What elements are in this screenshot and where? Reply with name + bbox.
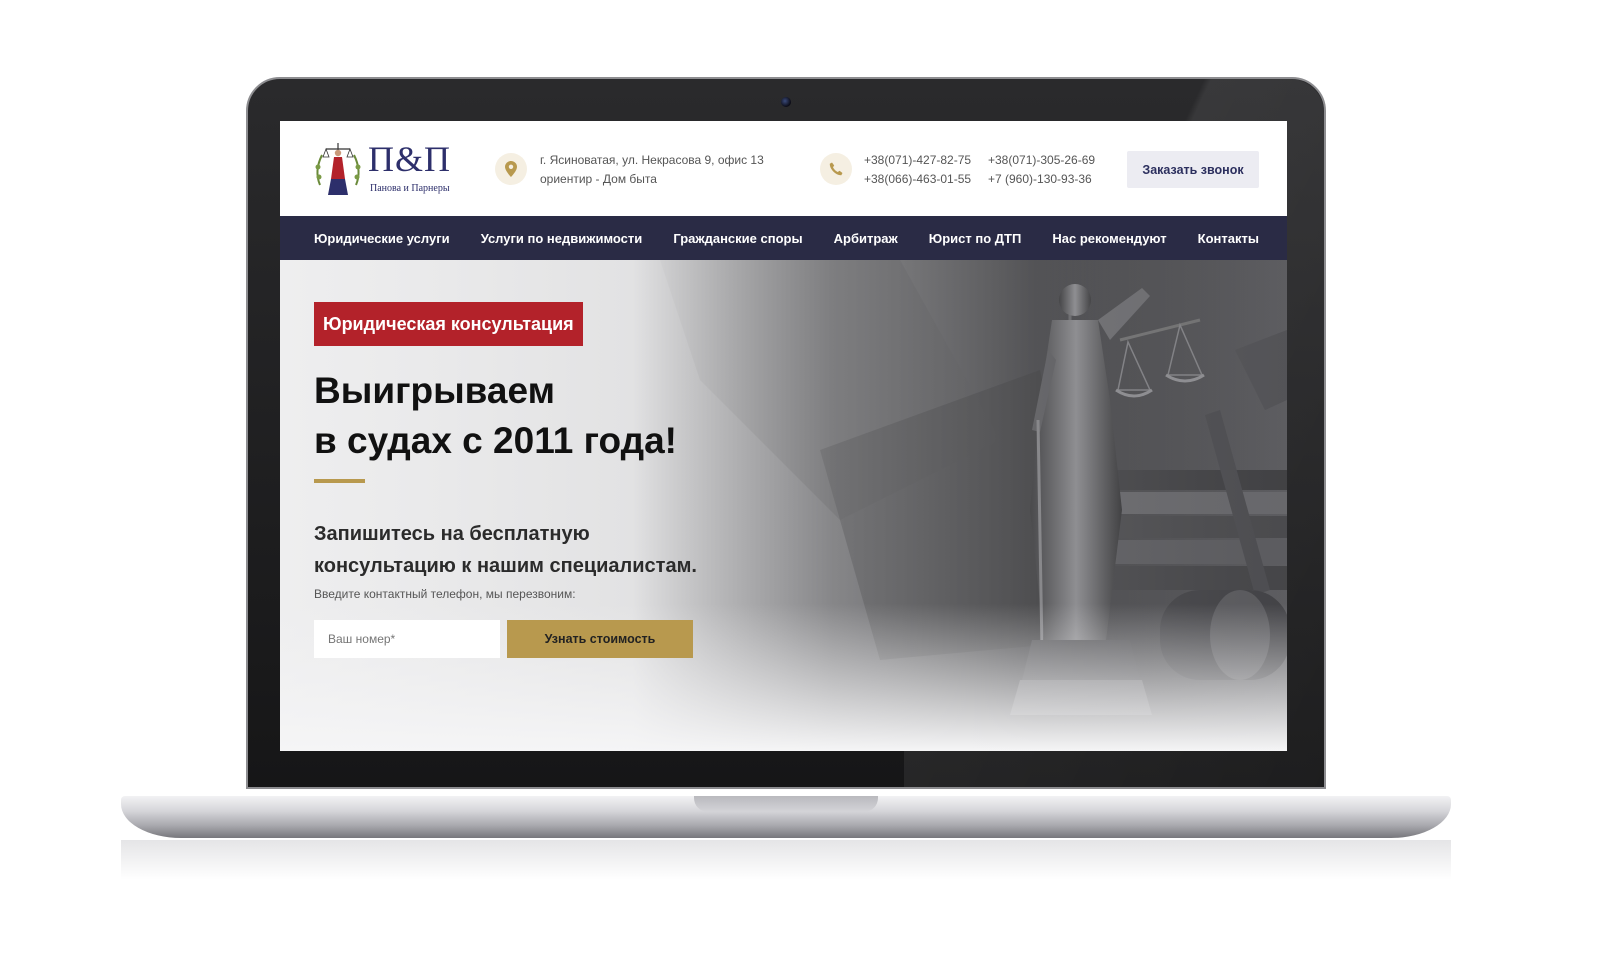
phone-link[interactable]: +38(066)-463-01-55 xyxy=(864,170,971,189)
nav-item-arbitration[interactable]: Арбитраж xyxy=(834,231,898,246)
hero-subheadline: Запишитесь на бесплатную консультацию к … xyxy=(314,518,834,582)
logo-mark: П&П xyxy=(368,139,451,179)
site-header: П&П Панова и Парнеры г. Ясиноватая, ул. … xyxy=(280,121,1287,216)
hero-headline: Выигрываем в судах с 2011 года! xyxy=(314,366,794,466)
nav-item-recommendations[interactable]: Нас рекомендуют xyxy=(1052,231,1166,246)
phone-link[interactable]: +7 (960)-130-93-36 xyxy=(988,170,1095,189)
main-nav: Юридические услуги Услуги по недвижимост… xyxy=(280,216,1287,260)
laptop-reflection xyxy=(121,840,1451,880)
nav-item-legal-services[interactable]: Юридические услуги xyxy=(314,231,450,246)
hero-section: Юридическая консультация Выигрываем в су… xyxy=(280,260,1287,751)
headline-line1: Выигрываем xyxy=(314,370,555,411)
consultation-badge: Юридическая консультация xyxy=(314,302,583,346)
webcam xyxy=(781,97,791,107)
get-price-button[interactable]: Узнать стоимость xyxy=(507,620,693,658)
logo-subtitle: Панова и Парнеры xyxy=(370,183,450,194)
subheadline-line2: консультацию к нашим специалистам. xyxy=(314,555,697,577)
phone-column-1: +38(071)-427-82-75 +38(066)-463-01-55 xyxy=(864,151,971,189)
phone-icon xyxy=(820,153,852,185)
nav-item-civil-disputes[interactable]: Гражданские споры xyxy=(673,231,802,246)
phone-link[interactable]: +38(071)-427-82-75 xyxy=(864,151,971,170)
nav-item-real-estate[interactable]: Услуги по недвижимости xyxy=(481,231,643,246)
phone-column-2: +38(071)-305-26-69 +7 (960)-130-93-36 xyxy=(988,151,1095,189)
themis-emblem-icon xyxy=(315,143,361,195)
logo[interactable]: П&П Панова и Парнеры xyxy=(312,135,462,201)
nav-item-traffic-lawyer[interactable]: Юрист по ДТП xyxy=(929,231,1022,246)
phone-number-input[interactable] xyxy=(314,620,500,658)
location-pin-icon xyxy=(495,153,527,185)
callback-button[interactable]: Заказать звонок xyxy=(1127,151,1259,188)
subheadline-line1: Запишитесь на бесплатную xyxy=(314,523,590,545)
phone-hint: Введите контактный телефон, мы перезвони… xyxy=(314,587,576,601)
gold-divider xyxy=(314,479,365,483)
address-line1: г. Ясиноватая, ул. Некрасова 9, офис 13 xyxy=(540,153,764,167)
nav-item-contacts[interactable]: Контакты xyxy=(1198,231,1259,246)
headline-line2: в судах с 2011 года! xyxy=(314,420,678,461)
laptop-notch xyxy=(694,796,878,812)
address-line2: ориентир - Дом быта xyxy=(540,172,657,186)
laptop-screen: П&П Панова и Парнеры г. Ясиноватая, ул. … xyxy=(280,121,1287,751)
phone-link[interactable]: +38(071)-305-26-69 xyxy=(988,151,1095,170)
address: г. Ясиноватая, ул. Некрасова 9, офис 13 … xyxy=(540,151,764,189)
